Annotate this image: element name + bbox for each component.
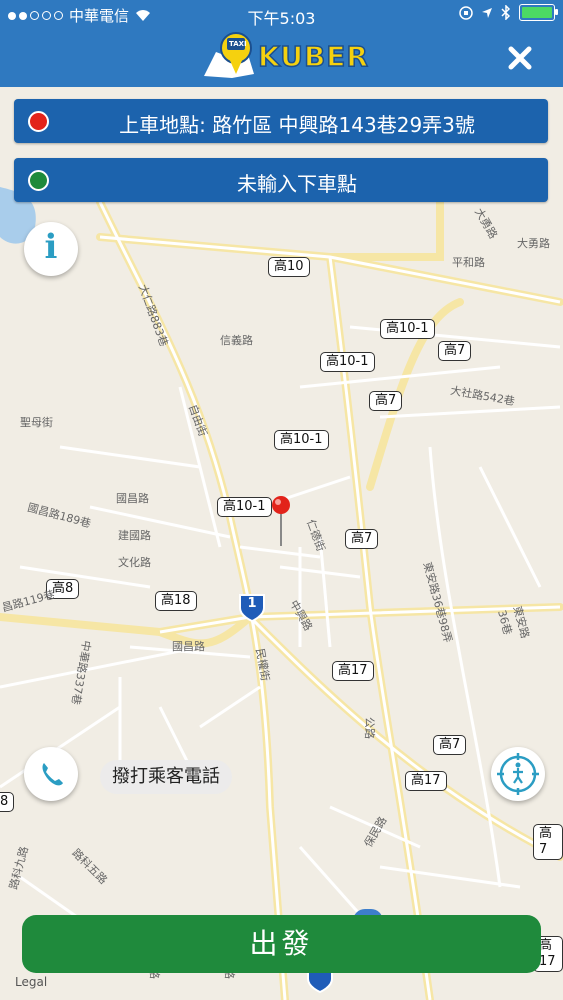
dropoff-dot-icon bbox=[28, 170, 49, 191]
pickup-dot-icon bbox=[28, 111, 49, 132]
road-label: 高17 bbox=[332, 661, 374, 681]
highway-shield-icon: 1 bbox=[237, 592, 267, 623]
depart-button[interactable]: 出發 bbox=[22, 915, 541, 973]
road-label: 高10-1 bbox=[217, 497, 272, 517]
call-passenger-button[interactable] bbox=[24, 747, 78, 801]
dropoff-address-bar[interactable]: 未輸入下車點 bbox=[14, 158, 548, 202]
logo-badge: TAXI bbox=[229, 40, 247, 48]
logo-text: KUBER bbox=[257, 39, 369, 74]
bluetooth-icon bbox=[501, 5, 511, 20]
street-name: 國昌路 bbox=[172, 640, 205, 653]
road-label: 高7 bbox=[438, 341, 472, 361]
street-name: 大勇路 bbox=[517, 237, 550, 250]
road-label: 高10-1 bbox=[274, 430, 329, 450]
road-label: 高18 bbox=[155, 591, 197, 611]
header-bar: 中華電信 下午5:03 TAXI KUBER bbox=[0, 0, 563, 87]
road-label: 8 bbox=[0, 792, 15, 812]
recenter-button[interactable] bbox=[491, 747, 545, 801]
road-label: 高7 bbox=[533, 824, 563, 860]
battery-icon bbox=[519, 4, 558, 21]
road-label: 高10-1 bbox=[320, 352, 375, 372]
road-label: 高7 bbox=[345, 529, 379, 549]
location-arrow-icon bbox=[482, 7, 492, 18]
orientation-lock-icon bbox=[459, 5, 473, 20]
pickup-address-text: 上車地點: 路竹區 中興路143巷29弄3號 bbox=[119, 113, 475, 137]
street-name: 文化路 bbox=[118, 556, 151, 569]
legal-link[interactable]: Legal bbox=[15, 975, 47, 989]
call-passenger-label[interactable]: 撥打乘客電話 bbox=[100, 760, 232, 794]
road-label: 高7 bbox=[433, 735, 467, 755]
street-name: 聖母街 bbox=[20, 416, 53, 429]
close-icon bbox=[508, 46, 532, 70]
road-label: 高10-1 bbox=[380, 319, 435, 339]
street-name: 公路 bbox=[363, 717, 376, 739]
close-button[interactable] bbox=[502, 40, 538, 76]
road-label: 高10 bbox=[268, 257, 310, 277]
street-name: 平和路 bbox=[452, 256, 485, 269]
phone-icon bbox=[42, 763, 63, 786]
locate-person-icon bbox=[497, 753, 539, 795]
info-button[interactable]: i bbox=[24, 222, 78, 276]
highway-number: 1 bbox=[247, 596, 257, 611]
road-label: 高17 bbox=[405, 771, 447, 791]
street-name: 信義路 bbox=[220, 334, 253, 347]
status-bar: 中華電信 下午5:03 bbox=[0, 0, 563, 28]
street-name: 國昌路 bbox=[116, 492, 149, 505]
pickup-address-bar[interactable]: 上車地點: 路竹區 中興路143巷29弄3號 bbox=[14, 99, 548, 143]
dropoff-address-text: 未輸入下車點 bbox=[237, 172, 357, 196]
street-name: 建國路 bbox=[118, 529, 151, 542]
map-view[interactable]: 高10 高10-1 高7 高10-1 高7 高10-1 高10-1 高7 高8 … bbox=[0, 87, 563, 1000]
info-icon: i bbox=[44, 227, 58, 267]
pickup-marker-icon[interactable] bbox=[270, 494, 292, 548]
road-label: 高7 bbox=[369, 391, 403, 411]
kuber-logo: TAXI KUBER bbox=[202, 30, 369, 82]
